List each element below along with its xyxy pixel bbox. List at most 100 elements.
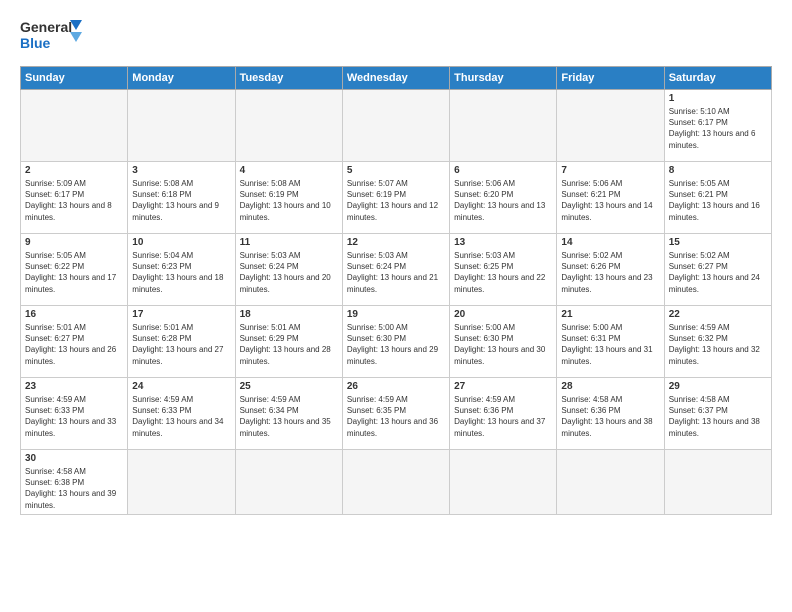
calendar-cell: 7 Sunrise: 5:06 AM Sunset: 6:21 PM Daylig… bbox=[557, 162, 664, 234]
calendar-cell: 11 Sunrise: 5:03 AM Sunset: 6:24 PM Dayli… bbox=[235, 234, 342, 306]
calendar-cell: 1 Sunrise: 5:10 AM Sunset: 6:17 PM Daylig… bbox=[664, 90, 771, 162]
calendar-cell bbox=[450, 90, 557, 162]
calendar-cell bbox=[21, 90, 128, 162]
weekday-friday: Friday bbox=[557, 67, 664, 90]
day-info: Sunrise: 5:05 AM Sunset: 6:22 PM Dayligh… bbox=[25, 250, 123, 295]
calendar-cell: 20 Sunrise: 5:00 AM Sunset: 6:30 PM Dayli… bbox=[450, 306, 557, 378]
calendar-cell: 23 Sunrise: 4:59 AM Sunset: 6:33 PM Dayli… bbox=[21, 378, 128, 450]
calendar-cell: 16Sunrise: 5:01 AM Sunset: 6:27 PM Dayli… bbox=[21, 306, 128, 378]
day-number: 5 bbox=[347, 165, 445, 176]
calendar-cell: 6 Sunrise: 5:06 AM Sunset: 6:20 PM Daylig… bbox=[450, 162, 557, 234]
calendar-cell: 4Sunrise: 5:08 AM Sunset: 6:19 PM Daylig… bbox=[235, 162, 342, 234]
calendar-cell: 27 Sunrise: 4:59 AM Sunset: 6:36 PM Dayli… bbox=[450, 378, 557, 450]
calendar-cell: 13 Sunrise: 5:03 AM Sunset: 6:25 PM Dayli… bbox=[450, 234, 557, 306]
calendar-cell: 24 Sunrise: 4:59 AM Sunset: 6:33 PM Dayli… bbox=[128, 378, 235, 450]
day-number: 6 bbox=[454, 165, 552, 176]
week-row-3: 9 Sunrise: 5:05 AM Sunset: 6:22 PM Daylig… bbox=[21, 234, 772, 306]
day-number: 9 bbox=[25, 237, 123, 248]
day-info: Sunrise: 5:06 AM Sunset: 6:20 PM Dayligh… bbox=[454, 178, 552, 223]
calendar-cell: 14Sunrise: 5:02 AM Sunset: 6:26 PM Dayli… bbox=[557, 234, 664, 306]
calendar-cell: 12 Sunrise: 5:03 AM Sunset: 6:24 PM Dayli… bbox=[342, 234, 449, 306]
calendar-table: SundayMondayTuesdayWednesdayThursdayFrid… bbox=[20, 66, 772, 515]
weekday-saturday: Saturday bbox=[664, 67, 771, 90]
weekday-tuesday: Tuesday bbox=[235, 67, 342, 90]
day-info: Sunrise: 5:01 AM Sunset: 6:29 PM Dayligh… bbox=[240, 322, 338, 367]
day-number: 26 bbox=[347, 381, 445, 392]
day-info: Sunrise: 4:59 AM Sunset: 6:32 PM Dayligh… bbox=[669, 322, 767, 367]
day-info: Sunrise: 5:06 AM Sunset: 6:21 PM Dayligh… bbox=[561, 178, 659, 223]
calendar-cell: 2 Sunrise: 5:09 AM Sunset: 6:17 PM Daylig… bbox=[21, 162, 128, 234]
day-number: 19 bbox=[347, 309, 445, 320]
day-number: 12 bbox=[347, 237, 445, 248]
calendar-cell bbox=[342, 90, 449, 162]
calendar-cell: 26 Sunrise: 4:59 AM Sunset: 6:35 PM Dayli… bbox=[342, 378, 449, 450]
day-info: Sunrise: 4:59 AM Sunset: 6:35 PM Dayligh… bbox=[347, 394, 445, 439]
day-info: Sunrise: 4:59 AM Sunset: 6:34 PM Dayligh… bbox=[240, 394, 338, 439]
day-number: 16 bbox=[25, 309, 123, 320]
day-info: Sunrise: 4:58 AM Sunset: 6:37 PM Dayligh… bbox=[669, 394, 767, 439]
day-info: Sunrise: 4:59 AM Sunset: 6:33 PM Dayligh… bbox=[25, 394, 123, 439]
day-info: Sunrise: 5:04 AM Sunset: 6:23 PM Dayligh… bbox=[132, 250, 230, 295]
day-number: 14 bbox=[561, 237, 659, 248]
weekday-header-row: SundayMondayTuesdayWednesdayThursdayFrid… bbox=[21, 67, 772, 90]
day-number: 13 bbox=[454, 237, 552, 248]
day-number: 27 bbox=[454, 381, 552, 392]
day-number: 7 bbox=[561, 165, 659, 176]
svg-text:Blue: Blue bbox=[20, 35, 51, 51]
day-info: Sunrise: 5:03 AM Sunset: 6:24 PM Dayligh… bbox=[240, 250, 338, 295]
day-number: 20 bbox=[454, 309, 552, 320]
day-info: Sunrise: 5:01 AM Sunset: 6:28 PM Dayligh… bbox=[132, 322, 230, 367]
weekday-wednesday: Wednesday bbox=[342, 67, 449, 90]
calendar-cell: 17 Sunrise: 5:01 AM Sunset: 6:28 PM Dayli… bbox=[128, 306, 235, 378]
calendar-cell: 3Sunrise: 5:08 AM Sunset: 6:18 PM Daylig… bbox=[128, 162, 235, 234]
calendar-cell: 8Sunrise: 5:05 AM Sunset: 6:21 PM Daylig… bbox=[664, 162, 771, 234]
logo: GeneralBlue bbox=[20, 16, 85, 58]
day-number: 11 bbox=[240, 237, 338, 248]
day-number: 3 bbox=[132, 165, 230, 176]
page: GeneralBlue SundayMondayTuesdayWednesday… bbox=[0, 0, 792, 612]
calendar-cell: 28Sunrise: 4:58 AM Sunset: 6:36 PM Dayli… bbox=[557, 378, 664, 450]
calendar-cell bbox=[450, 450, 557, 515]
weekday-thursday: Thursday bbox=[450, 67, 557, 90]
day-info: Sunrise: 5:00 AM Sunset: 6:30 PM Dayligh… bbox=[454, 322, 552, 367]
calendar-cell: 21 Sunrise: 5:00 AM Sunset: 6:31 PM Dayli… bbox=[557, 306, 664, 378]
day-info: Sunrise: 5:10 AM Sunset: 6:17 PM Dayligh… bbox=[669, 106, 767, 151]
calendar-cell bbox=[557, 90, 664, 162]
logo-svg: GeneralBlue bbox=[20, 16, 85, 58]
calendar-cell: 22 Sunrise: 4:59 AM Sunset: 6:32 PM Dayli… bbox=[664, 306, 771, 378]
calendar-cell: 29 Sunrise: 4:58 AM Sunset: 6:37 PM Dayli… bbox=[664, 378, 771, 450]
day-info: Sunrise: 4:59 AM Sunset: 6:36 PM Dayligh… bbox=[454, 394, 552, 439]
day-info: Sunrise: 5:09 AM Sunset: 6:17 PM Dayligh… bbox=[25, 178, 123, 223]
week-row-2: 2 Sunrise: 5:09 AM Sunset: 6:17 PM Daylig… bbox=[21, 162, 772, 234]
day-info: Sunrise: 5:03 AM Sunset: 6:24 PM Dayligh… bbox=[347, 250, 445, 295]
week-row-6: 30Sunrise: 4:58 AM Sunset: 6:38 PM Dayli… bbox=[21, 450, 772, 515]
calendar-cell: 18 Sunrise: 5:01 AM Sunset: 6:29 PM Dayli… bbox=[235, 306, 342, 378]
day-info: Sunrise: 5:02 AM Sunset: 6:27 PM Dayligh… bbox=[669, 250, 767, 295]
day-number: 22 bbox=[669, 309, 767, 320]
day-info: Sunrise: 5:00 AM Sunset: 6:31 PM Dayligh… bbox=[561, 322, 659, 367]
calendar-cell: 25 Sunrise: 4:59 AM Sunset: 6:34 PM Dayli… bbox=[235, 378, 342, 450]
day-number: 25 bbox=[240, 381, 338, 392]
calendar-cell bbox=[342, 450, 449, 515]
day-number: 8 bbox=[669, 165, 767, 176]
day-number: 1 bbox=[669, 93, 767, 104]
day-info: Sunrise: 5:03 AM Sunset: 6:25 PM Dayligh… bbox=[454, 250, 552, 295]
day-info: Sunrise: 5:08 AM Sunset: 6:19 PM Dayligh… bbox=[240, 178, 338, 223]
day-info: Sunrise: 5:00 AM Sunset: 6:30 PM Dayligh… bbox=[347, 322, 445, 367]
day-number: 2 bbox=[25, 165, 123, 176]
day-number: 21 bbox=[561, 309, 659, 320]
week-row-5: 23 Sunrise: 4:59 AM Sunset: 6:33 PM Dayli… bbox=[21, 378, 772, 450]
calendar-cell bbox=[235, 90, 342, 162]
svg-text:General: General bbox=[20, 19, 72, 35]
day-number: 29 bbox=[669, 381, 767, 392]
day-number: 17 bbox=[132, 309, 230, 320]
calendar-cell bbox=[664, 450, 771, 515]
day-number: 18 bbox=[240, 309, 338, 320]
day-number: 23 bbox=[25, 381, 123, 392]
day-info: Sunrise: 4:59 AM Sunset: 6:33 PM Dayligh… bbox=[132, 394, 230, 439]
calendar-cell: 30Sunrise: 4:58 AM Sunset: 6:38 PM Dayli… bbox=[21, 450, 128, 515]
weekday-monday: Monday bbox=[128, 67, 235, 90]
day-number: 24 bbox=[132, 381, 230, 392]
calendar-cell: 9 Sunrise: 5:05 AM Sunset: 6:22 PM Daylig… bbox=[21, 234, 128, 306]
day-info: Sunrise: 4:58 AM Sunset: 6:38 PM Dayligh… bbox=[25, 466, 123, 511]
